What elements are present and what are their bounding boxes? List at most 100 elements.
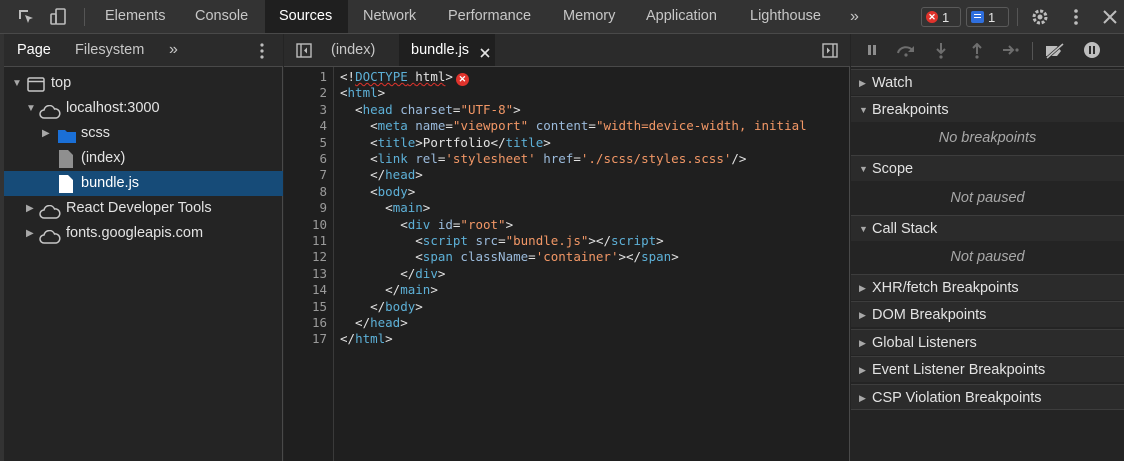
code-line[interactable]: <meta name="viewport" content="width=dev… (340, 118, 807, 133)
section-scope[interactable]: ▼ Scope (851, 155, 1124, 181)
error-count-badge[interactable]: ✕ 1 (921, 7, 961, 27)
step-icon[interactable] (1002, 43, 1020, 60)
tree-item-localhost[interactable]: ▼ localhost:3000 (4, 96, 283, 121)
expanded-arrow-icon[interactable]: ▼ (26, 96, 36, 121)
section-xhr-breakpoints[interactable]: ▶ XHR/fetch Breakpoints (851, 274, 1124, 300)
code-line[interactable]: <body> (340, 184, 415, 199)
error-icon[interactable]: ✕ (455, 73, 469, 86)
code-line[interactable]: </head> (340, 315, 408, 330)
step-out-icon[interactable] (970, 42, 984, 62)
pause-resume-icon[interactable] (865, 43, 879, 60)
code-line[interactable]: <!DOCTYPE html> ✕ (340, 69, 469, 86)
code-line[interactable]: </body> (340, 299, 423, 314)
section-watch[interactable]: ▶ Watch (851, 69, 1124, 95)
tab-console[interactable]: Console (181, 0, 262, 33)
tree-item-index[interactable]: (index) (4, 146, 283, 171)
section-label: Global Listeners (872, 335, 977, 351)
line-number[interactable]: 10 (287, 217, 327, 232)
tab-sources[interactable]: Sources (265, 0, 348, 33)
code-line[interactable]: </main> (340, 282, 438, 297)
expanded-arrow-icon[interactable]: ▼ (12, 71, 22, 96)
line-number[interactable]: 5 (287, 135, 327, 150)
tab-memory[interactable]: Memory (549, 0, 629, 33)
collapsed-arrow-icon[interactable]: ▶ (26, 196, 36, 221)
code-line[interactable]: <main> (340, 200, 430, 215)
code-line[interactable]: <div id="root"> (340, 217, 513, 232)
tree-item-bundle-js[interactable]: bundle.js (4, 171, 283, 196)
tab-network[interactable]: Network (349, 0, 430, 33)
more-navigator-tabs-button[interactable]: » (169, 34, 178, 66)
settings-gear-icon[interactable] (1030, 7, 1050, 27)
section-dom-breakpoints[interactable]: ▶ DOM Breakpoints (851, 301, 1124, 327)
step-over-icon[interactable] (896, 43, 916, 60)
line-number[interactable]: 6 (287, 151, 327, 166)
line-number[interactable]: 16 (287, 315, 327, 330)
collapsed-arrow-icon[interactable]: ▶ (42, 121, 52, 146)
line-number[interactable]: 14 (287, 282, 327, 297)
device-toolbar-icon[interactable] (48, 7, 68, 27)
line-number[interactable]: 12 (287, 249, 327, 264)
section-breakpoints[interactable]: ▼ Breakpoints (851, 96, 1124, 122)
line-number[interactable]: 11 (287, 233, 327, 248)
expanded-arrow-icon: ▼ (859, 164, 868, 174)
scope-empty-message: Not paused (950, 190, 1025, 206)
tab-lighthouse[interactable]: Lighthouse (736, 0, 835, 33)
code-line[interactable]: <head charset="UTF-8"> (340, 102, 521, 117)
pause-on-exceptions-icon[interactable] (1083, 41, 1101, 62)
line-number[interactable]: 9 (287, 200, 327, 215)
line-number[interactable]: 7 (287, 167, 327, 182)
message-count-badge[interactable]: 1 (966, 7, 1009, 27)
line-number[interactable]: 8 (287, 184, 327, 199)
code-line[interactable]: </div> (340, 266, 445, 281)
tab-elements[interactable]: Elements (91, 0, 179, 33)
section-label: Scope (872, 161, 914, 177)
tree-item-top[interactable]: ▼ top (4, 71, 283, 96)
error-count: 1 (942, 9, 950, 25)
tab-performance[interactable]: Performance (434, 0, 545, 33)
inspect-element-icon[interactable] (16, 7, 36, 27)
toggle-navigator-icon[interactable] (296, 43, 312, 61)
code-line[interactable]: <title>Portfolio</title> (340, 135, 551, 150)
section-csp-violation-breakpoints[interactable]: ▶ CSP Violation Breakpoints (851, 384, 1124, 410)
code-line[interactable]: </head> (340, 167, 423, 182)
code-line[interactable]: <html> (340, 85, 385, 100)
collapsed-arrow-icon: ▶ (859, 338, 866, 348)
line-number[interactable]: 17 (287, 331, 327, 346)
line-number[interactable]: 1 (287, 69, 327, 84)
tree-item-google-fonts[interactable]: ▶ fonts.googleapis.com (4, 221, 283, 246)
step-into-icon[interactable] (934, 43, 948, 62)
line-number[interactable]: 15 (287, 299, 327, 314)
editor-tab-index[interactable]: (index) (320, 34, 386, 66)
section-event-listener-breakpoints[interactable]: ▶ Event Listener Breakpoints (851, 356, 1124, 382)
tree-item-react-devtools[interactable]: ▶ React Developer Tools (4, 196, 283, 221)
collapsed-arrow-icon: ▶ (859, 310, 866, 320)
code-line[interactable]: <link rel='stylesheet' href='./scss/styl… (340, 151, 746, 166)
tab-application[interactable]: Application (632, 0, 731, 33)
tree-item-scss[interactable]: ▶ scss (4, 121, 283, 146)
close-icon[interactable] (1100, 7, 1120, 27)
line-number[interactable]: 3 (287, 102, 327, 117)
line-number[interactable]: 2 (287, 85, 327, 100)
deactivate-breakpoints-icon[interactable] (1044, 42, 1066, 62)
tab-filesystem[interactable]: Filesystem (75, 34, 144, 66)
section-global-listeners[interactable]: ▶ Global Listeners (851, 329, 1124, 355)
code-line[interactable]: <script src="bundle.js"></script> (340, 233, 663, 248)
devtools-tabbar: Elements Console Sources Network Perform… (0, 0, 1124, 34)
line-number[interactable]: 13 (287, 266, 327, 281)
code-line[interactable]: </html> (340, 331, 393, 346)
editor-tab-label: bundle.js (411, 42, 470, 58)
more-tabs-button[interactable]: » (836, 0, 873, 33)
toggle-debugger-icon[interactable] (822, 43, 838, 61)
collapsed-arrow-icon: ▶ (859, 365, 866, 375)
line-number[interactable]: 4 (287, 118, 327, 133)
section-call-stack[interactable]: ▼ Call Stack (851, 215, 1124, 241)
more-options-kebab-icon[interactable] (1066, 7, 1086, 27)
divider (84, 8, 85, 26)
tab-page[interactable]: Page (17, 34, 51, 66)
line-number-gutter: 1 2 3 4 5 6 7 8 9 10 11 12 13 14 15 16 17 (284, 67, 334, 461)
navigator-menu-icon[interactable] (259, 42, 265, 63)
code-line[interactable]: <span className='container'></span> (340, 249, 678, 264)
close-tab-icon[interactable] (480, 45, 490, 61)
collapsed-arrow-icon[interactable]: ▶ (26, 221, 36, 246)
expanded-arrow-icon: ▼ (859, 224, 868, 234)
